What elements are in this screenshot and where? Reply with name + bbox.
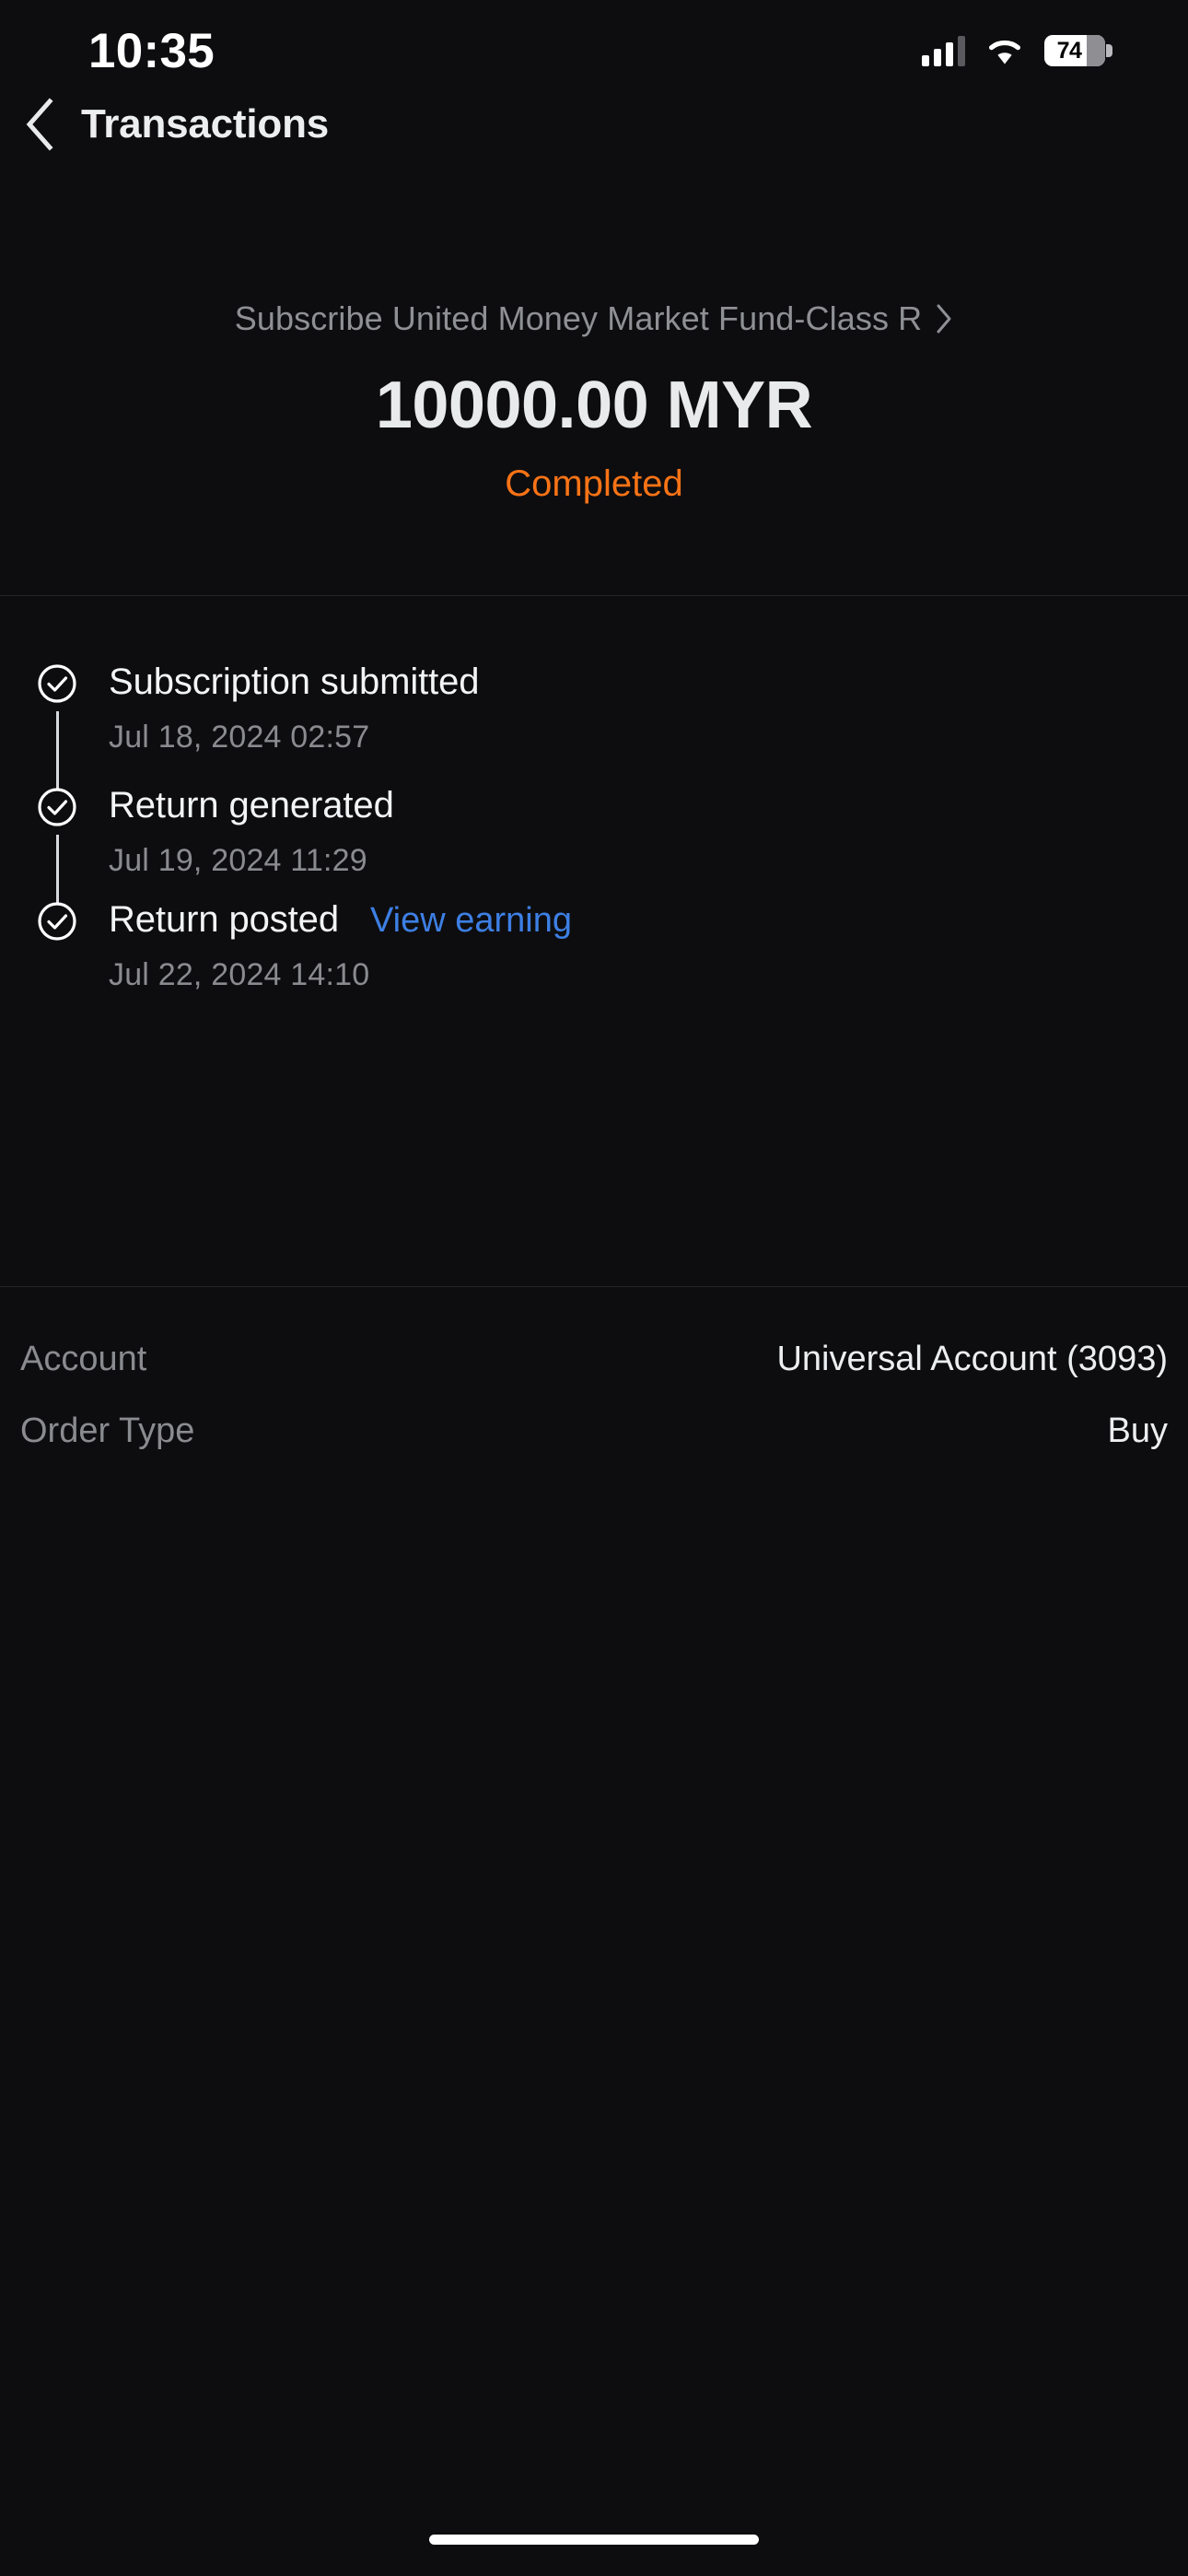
section-divider-top [0, 595, 1188, 596]
status-bar-indicators: 74 [922, 35, 1112, 66]
timeline-step: Return posted View earning Jul 22, 2024 … [37, 899, 1188, 993]
detail-row-order-type: Order Type Buy [20, 1405, 1168, 1457]
chevron-right-icon [937, 304, 951, 334]
fund-link-row[interactable]: Subscribe United Money Market Fund-Class… [235, 299, 954, 338]
detail-value: Buy [1107, 1411, 1168, 1450]
transaction-details-list: Account Universal Account (3093) Order T… [0, 1333, 1188, 1477]
detail-row-account: Account Universal Account (3093) [20, 1333, 1168, 1385]
page-title: Transactions [81, 101, 330, 146]
timeline-step-time: Jul 19, 2024 11:29 [109, 843, 367, 878]
cellular-signal-icon [922, 35, 965, 66]
wifi-icon [985, 36, 1024, 65]
back-button[interactable] [0, 88, 79, 160]
view-earning-link[interactable]: View earning [370, 901, 572, 941]
battery-percent-label: 74 [1056, 37, 1082, 64]
home-indicator[interactable] [429, 2535, 759, 2545]
detail-value: Universal Account (3093) [776, 1339, 1168, 1378]
timeline-step-header: Return posted View earning [109, 899, 1188, 941]
status-bar: 10:35 74 [0, 0, 1188, 101]
detail-label: Order Type [20, 1411, 195, 1450]
timeline-step-title: Return posted [109, 899, 339, 940]
timeline-step-title: Subscription submitted [109, 662, 480, 702]
check-circle-icon [38, 788, 76, 826]
chevron-left-icon [26, 98, 53, 151]
battery-icon: 74 [1044, 35, 1112, 66]
fund-name-label: Subscribe United Money Market Fund-Class… [234, 299, 923, 337]
transaction-detail-screen: 10:35 74 Transactions Subscribe United M… [0, 0, 1188, 2576]
timeline-connector [56, 835, 59, 905]
transaction-status-label: Completed [505, 463, 683, 504]
timeline-step-time: Jul 22, 2024 14:10 [109, 957, 370, 992]
transaction-timeline: Subscription submitted Jul 18, 2024 02:5… [0, 662, 1188, 993]
timeline-step-title: Return generated [109, 785, 394, 825]
timeline-step-time: Jul 18, 2024 02:57 [109, 720, 370, 755]
section-divider-bottom [0, 1286, 1188, 1287]
timeline-step-header: Return generated [109, 785, 1188, 826]
transaction-summary: Subscribe United Money Market Fund-Class… [0, 299, 1188, 505]
status-bar-time: 10:35 [88, 23, 215, 78]
transaction-amount: 10000.00 MYR [375, 369, 813, 442]
detail-label: Account [20, 1339, 147, 1378]
navigation-bar: Transactions [0, 88, 1188, 160]
check-circle-icon [38, 902, 76, 941]
timeline-step: Return generated Jul 19, 2024 11:29 [37, 785, 1188, 905]
check-circle-icon [38, 664, 76, 703]
timeline-step-header: Subscription submitted [109, 662, 1188, 703]
timeline-connector [56, 711, 59, 790]
timeline-step: Subscription submitted Jul 18, 2024 02:5… [37, 662, 1188, 790]
